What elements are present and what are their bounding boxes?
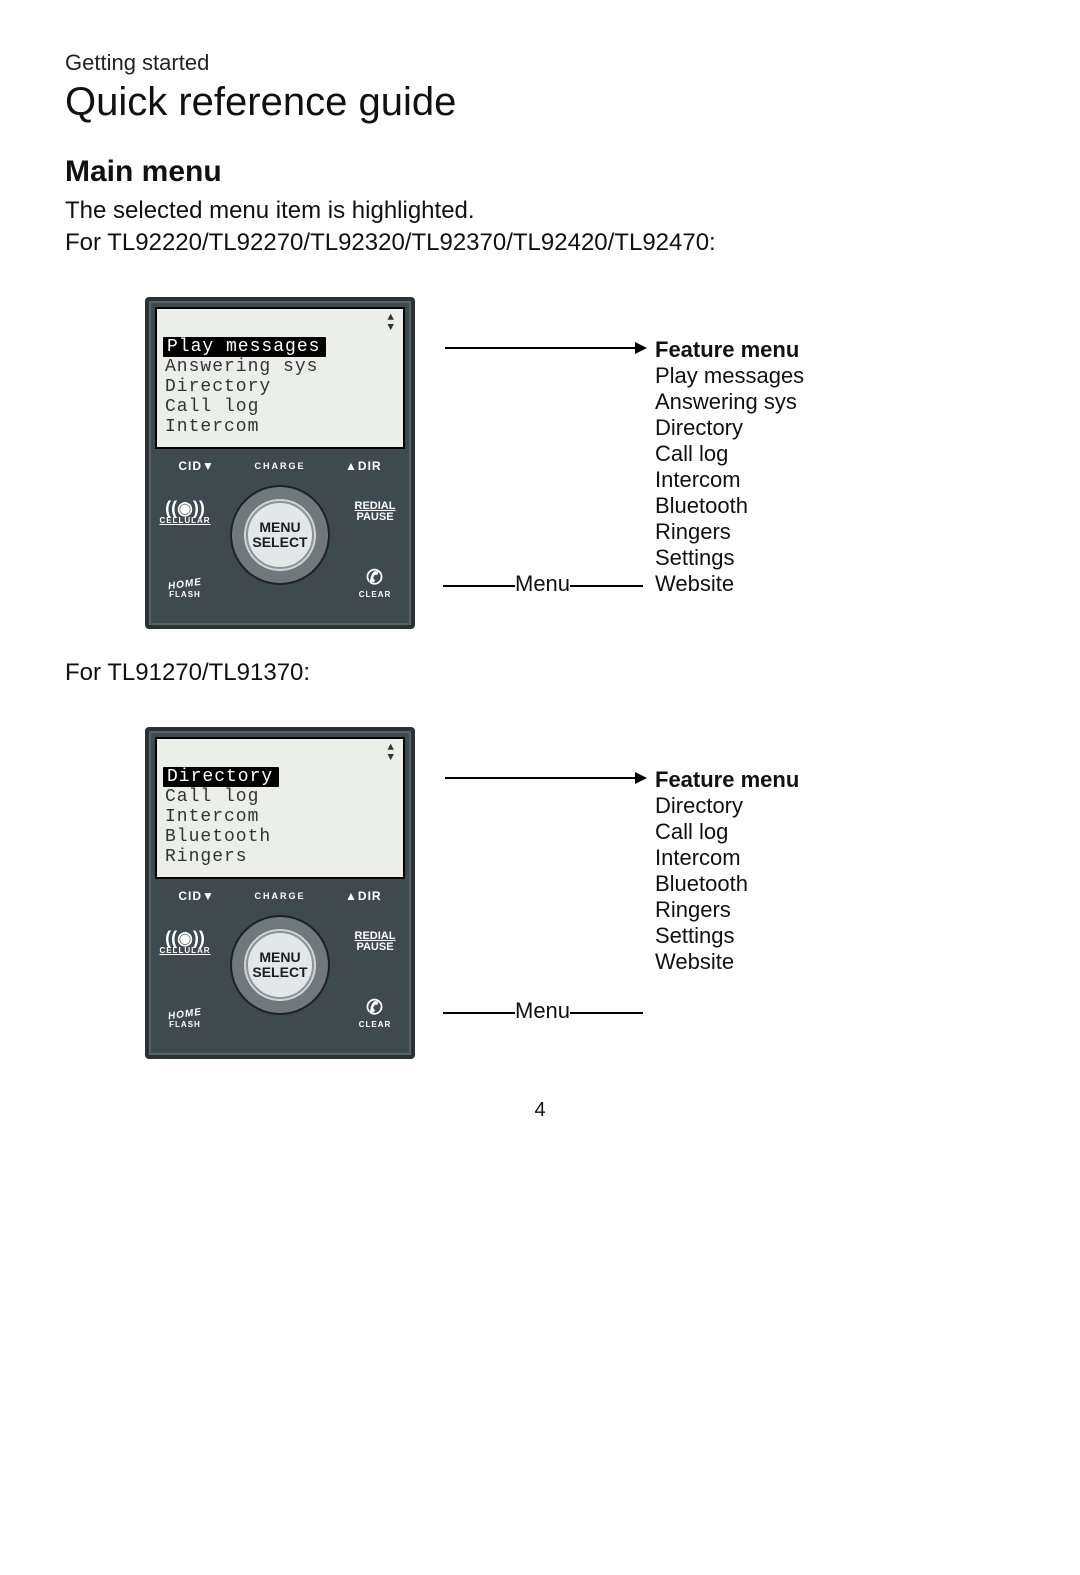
diagram-2: ▲▼ Directory Call log Intercom Bluetooth… xyxy=(65,727,1015,1059)
softkey-dir[interactable]: ▲DIR xyxy=(322,885,405,907)
cellular-icon: ((◉)) xyxy=(165,500,205,516)
feature-item: Directory xyxy=(655,415,1015,441)
feature-item: Intercom xyxy=(655,845,1015,871)
page-title: Quick reference guide xyxy=(65,80,1015,125)
menu-callout-label: Menu xyxy=(515,571,570,597)
section-heading: Main menu xyxy=(65,155,1015,189)
feature-item: Ringers xyxy=(655,897,1015,923)
feature-item: Directory xyxy=(655,793,1015,819)
handset-icon: ✆ xyxy=(366,565,384,590)
softkey-cid[interactable]: CID▼ xyxy=(155,885,238,907)
diagram-1: ▲▼ Play messages Answering sys Directory… xyxy=(65,297,1015,629)
cellular-button[interactable]: ((◉)) CELLULAR xyxy=(155,919,215,965)
feature-item: Call log xyxy=(655,819,1015,845)
page-number: 4 xyxy=(65,1099,1015,1122)
menu-callout-label: Menu xyxy=(515,998,570,1024)
feature-item: Call log xyxy=(655,441,1015,467)
lcd-screen-2: ▲▼ Directory Call log Intercom Bluetooth… xyxy=(155,737,405,879)
softkey-dir[interactable]: ▲DIR xyxy=(322,455,405,477)
pause-label: PAUSE xyxy=(356,512,393,523)
intro-text: The selected menu item is highlighted. xyxy=(65,197,1015,225)
lcd-item: Ringers xyxy=(161,847,399,867)
lcd-item-selected: Directory xyxy=(163,767,279,787)
feature-item: Play messages xyxy=(655,363,1015,389)
charge-label: CHARGE xyxy=(238,457,321,475)
nav-pad[interactable]: MENU SELECT xyxy=(230,915,330,1015)
lcd-item: Call log xyxy=(161,397,399,417)
home-flash-button[interactable]: HOME FLASH xyxy=(155,579,215,599)
clear-label: CLEAR xyxy=(359,590,392,599)
callout-1: Feature menu Play messages Answering sys… xyxy=(435,297,1015,597)
feature-item: Website xyxy=(655,571,1015,597)
feature-menu-heading: Feature menu xyxy=(655,337,1015,363)
clear-label: CLEAR xyxy=(359,1020,392,1029)
softkey-cid[interactable]: CID▼ xyxy=(155,455,238,477)
breadcrumb: Getting started xyxy=(65,50,1015,76)
callout-2: Feature menu Directory Call log Intercom… xyxy=(435,727,1015,975)
lcd-item: Directory xyxy=(161,377,399,397)
feature-item: Settings xyxy=(655,923,1015,949)
models-line-1: For TL92220/TL92270/TL92320/TL92370/TL92… xyxy=(65,229,1015,257)
menu-label-center: MENU xyxy=(259,950,300,965)
feature-item: Answering sys xyxy=(655,389,1015,415)
lcd-item: Intercom xyxy=(161,807,399,827)
cellular-icon: ((◉)) xyxy=(165,930,205,946)
pause-label: PAUSE xyxy=(356,942,393,953)
models-line-2: For TL91270/TL91370: xyxy=(65,659,1015,687)
arrow-icon xyxy=(445,347,645,349)
feature-item: Settings xyxy=(655,545,1015,571)
cellular-button[interactable]: ((◉)) CELLULAR xyxy=(155,489,215,535)
scroll-indicator-icon: ▲▼ xyxy=(387,313,395,333)
lcd-item-selected: Play messages xyxy=(163,337,326,357)
feature-item: Bluetooth xyxy=(655,493,1015,519)
lcd-item: Call log xyxy=(161,787,399,807)
cellular-label: CELLULAR xyxy=(159,516,210,525)
menu-select-button[interactable]: MENU SELECT xyxy=(246,931,314,999)
select-label-center: SELECT xyxy=(252,965,307,980)
select-label-center: SELECT xyxy=(252,535,307,550)
lcd-screen-1: ▲▼ Play messages Answering sys Directory… xyxy=(155,307,405,449)
feature-item: Intercom xyxy=(655,467,1015,493)
feature-item: Ringers xyxy=(655,519,1015,545)
keypad: CID▼ CHARGE ▲DIR ((◉)) CELLULAR REDIAL P… xyxy=(155,885,405,1045)
keypad: CID▼ CHARGE ▲DIR ((◉)) CELLULAR REDIAL P… xyxy=(155,455,405,615)
cellular-label: CELLULAR xyxy=(159,946,210,955)
off-clear-button[interactable]: ✆ CLEAR xyxy=(345,565,405,599)
feature-item: Website xyxy=(655,949,1015,975)
lcd-item: Intercom xyxy=(161,417,399,437)
redial-pause-button[interactable]: REDIAL PAUSE xyxy=(345,489,405,535)
handset-1: ▲▼ Play messages Answering sys Directory… xyxy=(145,297,415,629)
menu-label-center: MENU xyxy=(259,520,300,535)
handset-2: ▲▼ Directory Call log Intercom Bluetooth… xyxy=(145,727,415,1059)
lcd-item: Answering sys xyxy=(161,357,399,377)
lcd-item: Bluetooth xyxy=(161,827,399,847)
off-clear-button[interactable]: ✆ CLEAR xyxy=(345,995,405,1029)
handset-icon: ✆ xyxy=(366,995,384,1020)
charge-label: CHARGE xyxy=(238,887,321,905)
home-flash-button[interactable]: HOME FLASH xyxy=(155,1009,215,1029)
nav-pad[interactable]: MENU SELECT xyxy=(230,485,330,585)
redial-pause-button[interactable]: REDIAL PAUSE xyxy=(345,919,405,965)
menu-select-button[interactable]: MENU SELECT xyxy=(246,501,314,569)
feature-item: Bluetooth xyxy=(655,871,1015,897)
feature-menu-heading: Feature menu xyxy=(655,767,1015,793)
arrow-icon xyxy=(445,777,645,779)
scroll-indicator-icon: ▲▼ xyxy=(387,743,395,763)
